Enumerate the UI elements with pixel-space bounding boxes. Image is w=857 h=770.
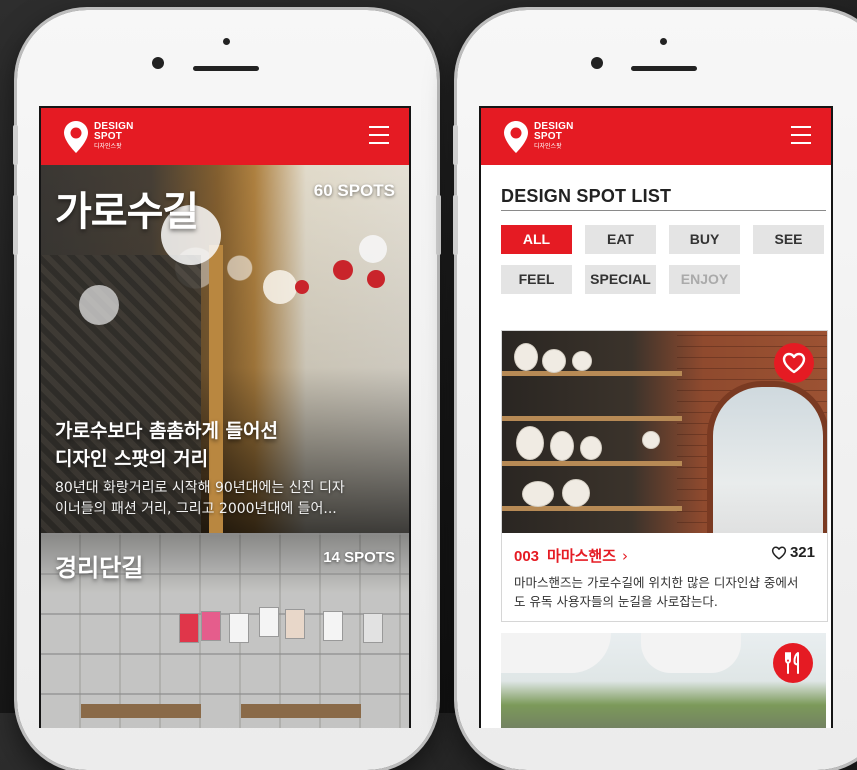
filter-enjoy[interactable]: ENJOY bbox=[669, 265, 740, 294]
brand-wordmark: DESIGN SPOT 디자인스팟 bbox=[534, 122, 574, 152]
street-headline: 가로수보다 촘촘하게 들어선 디자인 스팟의 거리 bbox=[55, 417, 395, 473]
phone-left: DESIGN SPOT 디자인스팟 가로수길 60 SPOTS 가로수보다 촘촘… bbox=[13, 10, 441, 770]
page-title: DESIGN SPOT LIST bbox=[501, 186, 672, 206]
spots-count: 14 SPOTS bbox=[323, 549, 395, 566]
excerpt-line-2: 이너들의 패션 거리, 그리고 2000년대에 들어... bbox=[55, 501, 337, 517]
filter-feel[interactable]: FEEL bbox=[501, 265, 572, 294]
street-title: 가로수길 bbox=[55, 189, 199, 235]
spot-name: 마마스핸즈 bbox=[547, 547, 617, 565]
spot-title-link[interactable]: 003 마마스핸즈 › bbox=[514, 545, 628, 566]
proximity-sensor bbox=[223, 38, 230, 45]
mute-switch bbox=[453, 125, 458, 165]
heart-icon[interactable] bbox=[774, 343, 814, 383]
map-pin-icon bbox=[63, 120, 89, 154]
filter-all[interactable]: ALL bbox=[501, 225, 572, 254]
earpiece-speaker bbox=[193, 66, 259, 71]
filter-see[interactable]: SEE bbox=[753, 225, 824, 254]
brand-logo[interactable]: DESIGN SPOT 디자인스팟 bbox=[503, 120, 574, 154]
spot-description: 마마스핸즈는 가로수길에 위치한 많은 디자인샵 중에서 도 유독 사용자들의 … bbox=[514, 573, 819, 611]
brand-line-3: 디자인스팟 bbox=[94, 143, 122, 150]
brand-wordmark: DESIGN SPOT 디자인스팟 bbox=[94, 122, 134, 152]
chevron-right-icon: › bbox=[622, 547, 629, 565]
title-divider bbox=[501, 210, 826, 211]
brand-logo[interactable]: DESIGN SPOT 디자인스팟 bbox=[63, 120, 134, 154]
power-button bbox=[436, 195, 441, 255]
hamburger-menu-icon[interactable] bbox=[791, 126, 811, 144]
fork-knife-icon[interactable] bbox=[773, 643, 813, 683]
likes-count: 321 bbox=[789, 544, 815, 561]
phone-right: DESIGN SPOT 디자인스팟 DESIGN SPOT LIST ALL E… bbox=[453, 10, 857, 770]
street-card-garosugil[interactable]: 가로수길 60 SPOTS 가로수보다 촘촘하게 들어선 디자인 스팟의 거리 … bbox=[41, 165, 409, 533]
headline-line-2: 디자인 스팟의 거리 bbox=[55, 448, 209, 470]
street-title: 경리단길 bbox=[55, 554, 144, 582]
excerpt-line-1: 80년대 화랑거리로 시작해 90년대에는 신진 디자 bbox=[55, 480, 345, 496]
street-excerpt: 80년대 화랑거리로 시작해 90년대에는 신진 디자 이너들의 패션 거리, … bbox=[55, 478, 395, 520]
description-line-1: 마마스핸즈는 가로수길에 위치한 많은 디자인샵 중에서 bbox=[514, 575, 799, 590]
map-pin-icon bbox=[503, 120, 529, 154]
spot-number: 003 bbox=[514, 548, 540, 565]
heart-outline-icon bbox=[771, 546, 787, 559]
description-line-2: 도 유독 사용자들의 눈길을 사로잡는다. bbox=[514, 594, 718, 609]
brand-line-3: 디자인스팟 bbox=[534, 143, 562, 150]
proximity-sensor bbox=[660, 38, 667, 45]
brand-line-2: SPOT bbox=[534, 131, 563, 142]
filter-buy[interactable]: BUY bbox=[669, 225, 740, 254]
brand-line-2: SPOT bbox=[94, 131, 123, 142]
mute-switch bbox=[13, 125, 18, 165]
hamburger-menu-icon[interactable] bbox=[369, 126, 389, 144]
spot-card[interactable]: 003 마마스핸즈 › 321 마마스핸즈는 가로수길에 위치한 많은 디자인샵 중… bbox=[501, 330, 828, 622]
filter-eat[interactable]: EAT bbox=[585, 225, 656, 254]
spot-card-next[interactable] bbox=[501, 633, 826, 728]
spots-count: 60 SPOTS bbox=[313, 181, 395, 200]
screen-left: DESIGN SPOT 디자인스팟 가로수길 60 SPOTS 가로수보다 촘촘… bbox=[39, 106, 411, 728]
top-bar: DESIGN SPOT 디자인스팟 bbox=[41, 108, 409, 165]
front-camera bbox=[152, 57, 164, 69]
earpiece-speaker bbox=[631, 66, 697, 71]
like-counter[interactable]: 321 bbox=[771, 544, 815, 561]
filter-special[interactable]: SPECIAL bbox=[585, 265, 656, 294]
headline-line-1: 가로수보다 촘촘하게 들어선 bbox=[55, 420, 278, 442]
front-camera bbox=[591, 57, 603, 69]
volume-button bbox=[13, 195, 18, 255]
street-card-gyeongnidangil[interactable]: 경리단길 14 SPOTS bbox=[41, 533, 409, 728]
top-bar: DESIGN SPOT 디자인스팟 bbox=[481, 108, 831, 165]
screen-right: DESIGN SPOT 디자인스팟 DESIGN SPOT LIST ALL E… bbox=[479, 106, 833, 728]
volume-button bbox=[453, 195, 458, 255]
